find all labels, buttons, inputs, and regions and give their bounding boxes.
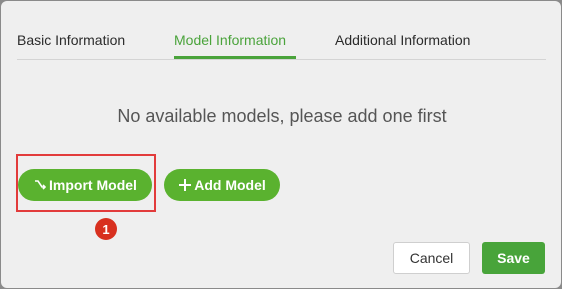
tab-additional-information[interactable]: Additional Information: [335, 32, 470, 48]
active-tab-indicator: [174, 56, 296, 59]
save-button[interactable]: Save: [482, 242, 545, 274]
model-dialog: Basic Information Model Information Addi…: [1, 1, 561, 288]
empty-state-message: No available models, please add one firs…: [117, 106, 447, 126]
tab-bar: Basic Information Model Information Addi…: [17, 1, 546, 60]
add-model-label: Add Model: [194, 177, 266, 193]
step-number-badge: 1: [95, 218, 117, 240]
cancel-button[interactable]: Cancel: [393, 242, 470, 274]
add-model-button[interactable]: Add Model: [164, 169, 280, 201]
tab-model-information[interactable]: Model Information: [174, 32, 286, 48]
tab-basic-information[interactable]: Basic Information: [17, 32, 125, 48]
import-model-label: Import Model: [49, 177, 137, 193]
import-model-button[interactable]: Import Model: [18, 169, 152, 201]
import-icon: [33, 178, 47, 192]
plus-icon: [178, 178, 192, 192]
